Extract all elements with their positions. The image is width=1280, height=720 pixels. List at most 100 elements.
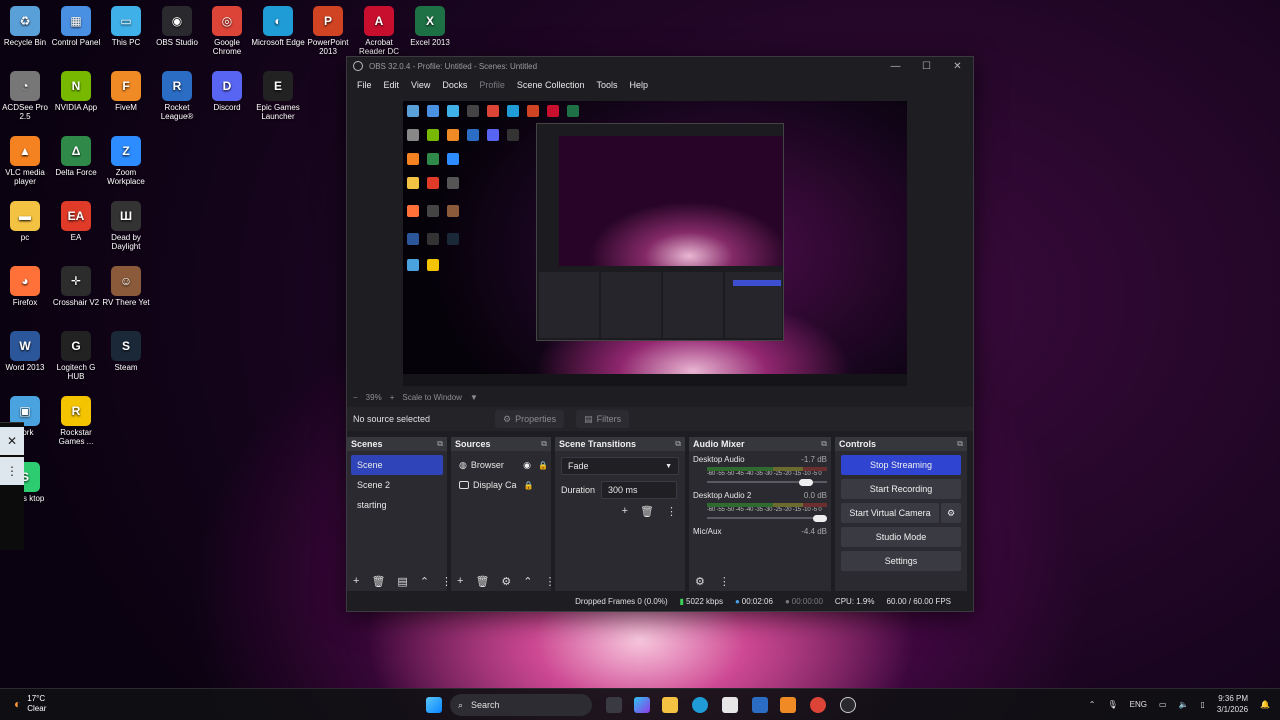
start-virtual-camera-button[interactable]: Start Virtual Camera (841, 503, 939, 523)
volume-slider[interactable] (707, 513, 827, 523)
more-icon[interactable]: ⋮ (545, 575, 556, 588)
popout-icon[interactable]: ⧉ (675, 439, 681, 449)
desktop-icon-fivem[interactable]: F FiveM (99, 71, 153, 112)
virtual-camera-settings-gear-icon[interactable]: ⚙ (941, 503, 961, 523)
desktop-icon-rockstar-games[interactable]: R Rockstar Games ... (49, 396, 103, 446)
weather-widget[interactable]: ◐ 17°C Clear (14, 694, 46, 714)
desktop-icon-control-panel[interactable]: ▦ Control Panel (49, 6, 103, 47)
obs-titlebar[interactable]: OBS 32.0.4 - Profile: Untitled - Scenes:… (347, 57, 973, 75)
desktop-icon-excel-2013[interactable]: X Excel 2013 (403, 6, 457, 47)
program-preview[interactable] (403, 101, 907, 386)
side-panel-more-tab[interactable]: ⋮ (0, 457, 24, 485)
transition-select[interactable]: Fade ▼ (561, 457, 679, 475)
menu-scene-collection[interactable]: Scene Collection (511, 80, 591, 90)
slider-knob[interactable] (798, 478, 813, 486)
start-windows-icon[interactable] (426, 697, 442, 713)
popout-icon[interactable]: ⧉ (437, 439, 443, 449)
scene-filters-button[interactable]: ▤ (397, 575, 407, 588)
lock-icon[interactable]: 🔒 (521, 481, 537, 490)
tray-overflow-chevron-icon[interactable]: ⌃ (1089, 700, 1096, 709)
desktop-icon-logitech-g-hub[interactable]: G Logitech G HUB (49, 331, 103, 381)
desktop-icon-firefox[interactable]: ◕ Firefox (0, 266, 52, 307)
studio-mode-button[interactable]: Studio Mode (841, 527, 961, 547)
desktop-icon-microsoft-edge[interactable]: ◐ Microsoft Edge (251, 6, 305, 47)
menu-file[interactable]: File (351, 80, 378, 90)
desktop-icon-epic-games-launcher[interactable]: E Epic Games Launcher (251, 71, 305, 121)
scene-item[interactable]: starting (351, 495, 443, 515)
move-up-button[interactable]: ⌃ (420, 575, 429, 588)
desktop-icon-recycle-bin[interactable]: ♻ Recycle Bin (0, 6, 52, 47)
desktop-icon-ea[interactable]: EA EA (49, 201, 103, 242)
notification-bell-icon[interactable]: 🔔 (1260, 700, 1270, 709)
desktop-icon-discord[interactable]: D Discord (200, 71, 254, 112)
battery-icon[interactable]: ▯ (1200, 700, 1204, 709)
settings-button[interactable]: Settings (841, 551, 961, 571)
store-icon[interactable] (722, 697, 738, 713)
desktop-icon-google-chrome[interactable]: ◎ Google Chrome (200, 6, 254, 56)
source-item[interactable]: ◍ Browser ◉ 🔒 (451, 455, 551, 475)
zoom-in-button[interactable]: + (390, 393, 395, 402)
source-properties-button[interactable]: ⚙ (501, 575, 511, 588)
popout-icon[interactable]: ⧉ (957, 439, 963, 449)
add-transition-button[interactable]: + (622, 505, 628, 518)
scene-item[interactable]: Scene 2 (351, 475, 443, 495)
menu-view[interactable]: View (405, 80, 436, 90)
fivem-icon[interactable] (780, 697, 796, 713)
maximize-button[interactable]: ☐ (911, 61, 942, 72)
side-panel-close-tab[interactable]: ✕ (0, 427, 24, 455)
popout-icon[interactable]: ⧉ (541, 439, 547, 449)
add-scene-button[interactable]: + (353, 575, 359, 587)
duration-spinbox[interactable]: 300 ms (601, 481, 678, 499)
remove-transition-button[interactable]: 🗑 (640, 505, 654, 518)
scale-mode-dropdown-icon[interactable]: ▼ (470, 393, 478, 402)
desktop-icon-vlc-media-player[interactable]: ▲ VLC media player (0, 136, 52, 186)
desktop-icon-this-pc[interactable]: ▭ This PC (99, 6, 153, 47)
menu-edit[interactable]: Edit (378, 80, 406, 90)
desktop-icon-powerpoint-2013[interactable]: P PowerPoint 2013 (301, 6, 355, 56)
desktop-icon-delta-force[interactable]: Δ Delta Force (49, 136, 103, 177)
stop-streaming-button[interactable]: Stop Streaming (841, 455, 961, 475)
desktop-icon-rocket-league[interactable]: R Rocket League® (150, 71, 204, 121)
outlook-icon[interactable] (752, 697, 768, 713)
zoom-out-button[interactable]: − (353, 393, 358, 402)
clock[interactable]: 9:36 PM 3/1/2026 (1217, 693, 1248, 715)
minimize-button[interactable]: — (880, 61, 911, 72)
scene-item[interactable]: Scene (351, 455, 443, 475)
popout-icon[interactable]: ⧉ (821, 439, 827, 449)
add-source-button[interactable]: + (457, 575, 463, 587)
menu-profile[interactable]: Profile (473, 80, 511, 90)
properties-button[interactable]: ⚙ Properties (495, 410, 565, 428)
desktop-icon-zoom-workplace[interactable]: Z Zoom Workplace (99, 136, 153, 186)
scale-mode[interactable]: Scale to Window (402, 393, 462, 402)
close-button[interactable]: ✕ (942, 61, 973, 72)
language-indicator[interactable]: ENG (1130, 700, 1147, 709)
remove-source-button[interactable]: 🗑 (475, 575, 489, 588)
desktop-icon-steam[interactable]: S Steam (99, 331, 153, 372)
microphone-icon[interactable]: 🎙 (1107, 700, 1117, 709)
desktop-icon-acdsee-pro-2-5[interactable]: ◔ ACDSee Pro 2.5 (0, 71, 52, 121)
more-icon[interactable]: ⋮ (666, 505, 677, 518)
chrome-icon[interactable] (810, 697, 826, 713)
slider-knob[interactable] (813, 514, 827, 522)
remove-scene-button[interactable]: 🗑 (371, 575, 385, 588)
start-recording-button[interactable]: Start Recording (841, 479, 961, 499)
visibility-eye-icon[interactable]: ◉ (523, 460, 531, 471)
volume-icon[interactable]: 🔈 (1179, 700, 1189, 709)
edge-icon[interactable] (692, 697, 708, 713)
task-view-icon[interactable] (606, 697, 622, 713)
volume-slider[interactable] (707, 477, 827, 487)
network-icon[interactable]: ▭ (1159, 700, 1167, 709)
source-item[interactable]: Display Ca 🔒 (451, 475, 551, 495)
desktop-icon-acrobat-reader-dc[interactable]: A Acrobat Reader DC (352, 6, 406, 56)
menu-docks[interactable]: Docks (436, 80, 473, 90)
desktop-icon-word-2013[interactable]: W Word 2013 (0, 331, 52, 372)
obs-taskbar-icon[interactable] (840, 697, 856, 713)
desktop-icon-obs-studio[interactable]: ◉ OBS Studio (150, 6, 204, 47)
desktop-icon-dead-by-daylight[interactable]: Ш Dead by Daylight (99, 201, 153, 251)
taskbar-search[interactable]: ⌕ Search (450, 694, 592, 716)
desktop-icon-crosshair-v2[interactable]: ✛ Crosshair V2 (49, 266, 103, 307)
more-icon[interactable]: ⋮ (719, 575, 730, 588)
menu-help[interactable]: Help (623, 80, 654, 90)
desktop-icon-rv-there-yet[interactable]: ☺ RV There Yet (99, 266, 153, 307)
menu-tools[interactable]: Tools (590, 80, 623, 90)
